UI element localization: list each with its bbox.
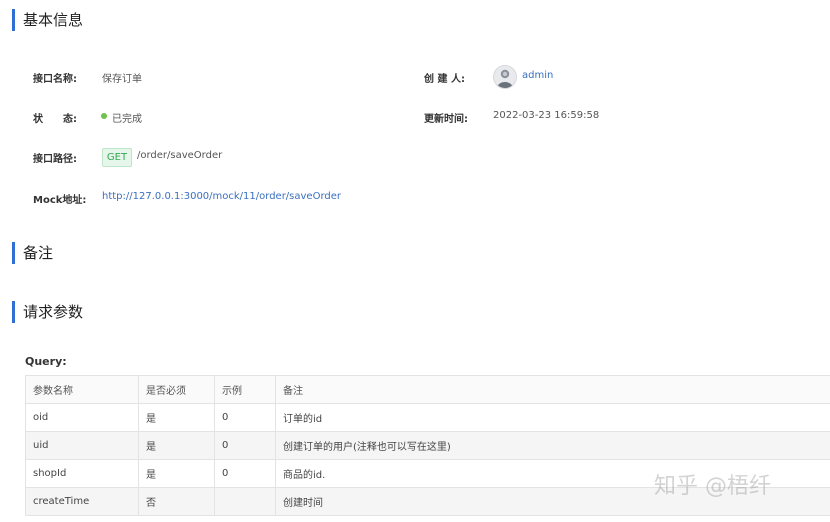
- user-icon: [497, 69, 513, 88]
- cell-remark: 创建订单的用户(注释也可以写在这里): [275, 431, 830, 460]
- creator-label: 创 建 人:: [424, 74, 465, 85]
- cell-required: 是: [138, 459, 215, 488]
- cell-example: 0: [214, 459, 276, 488]
- column-header-param-name: 参数名称: [25, 375, 139, 404]
- method-get-badge: GET: [102, 148, 132, 167]
- table-header-row: 参数名称 是否必须 示例 备注: [25, 375, 830, 404]
- creator-link[interactable]: admin: [522, 70, 553, 81]
- cell-example: 0: [214, 403, 276, 432]
- table-row: oid 是 0 订单的id: [25, 403, 830, 432]
- mock-url-link[interactable]: http://127.0.0.1:3000/mock/11/order/save…: [102, 191, 341, 202]
- column-header-remark: 备注: [275, 375, 830, 404]
- status-dot-icon: [101, 113, 107, 119]
- status-label: 状 态:: [33, 114, 77, 125]
- section-title-request-params: 请求参数: [12, 301, 83, 323]
- api-name-label: 接口名称:: [33, 74, 77, 85]
- cell-required: 否: [138, 487, 215, 516]
- column-header-example: 示例: [214, 375, 276, 404]
- cell-required: 是: [138, 403, 215, 432]
- section-title-notes: 备注: [12, 242, 53, 264]
- cell-required: 是: [138, 431, 215, 460]
- cell-example: [214, 487, 276, 516]
- mock-address-label: Mock地址:: [33, 195, 87, 206]
- cell-remark: 订单的id: [275, 403, 830, 432]
- column-header-required: 是否必须: [138, 375, 215, 404]
- cell-example: 0: [214, 431, 276, 460]
- api-path-label: 接口路径:: [33, 154, 77, 165]
- updated-time-value: 2022-03-23 16:59:58: [493, 110, 600, 121]
- section-title-basic-info: 基本信息: [12, 9, 83, 31]
- status-value: 已完成: [112, 114, 142, 125]
- avatar[interactable]: [493, 65, 517, 89]
- cell-param-name: uid: [25, 431, 139, 460]
- updated-time-label: 更新时间:: [424, 114, 468, 125]
- cell-param-name: oid: [25, 403, 139, 432]
- api-path-value: /order/saveOrder: [137, 150, 223, 161]
- watermark: 知乎 @梧纤: [654, 474, 771, 499]
- cell-param-name: createTime: [25, 487, 139, 516]
- query-label: Query:: [25, 355, 67, 368]
- api-name-value: 保存订单: [102, 74, 142, 85]
- table-row: uid 是 0 创建订单的用户(注释也可以写在这里): [25, 431, 830, 460]
- cell-param-name: shopId: [25, 459, 139, 488]
